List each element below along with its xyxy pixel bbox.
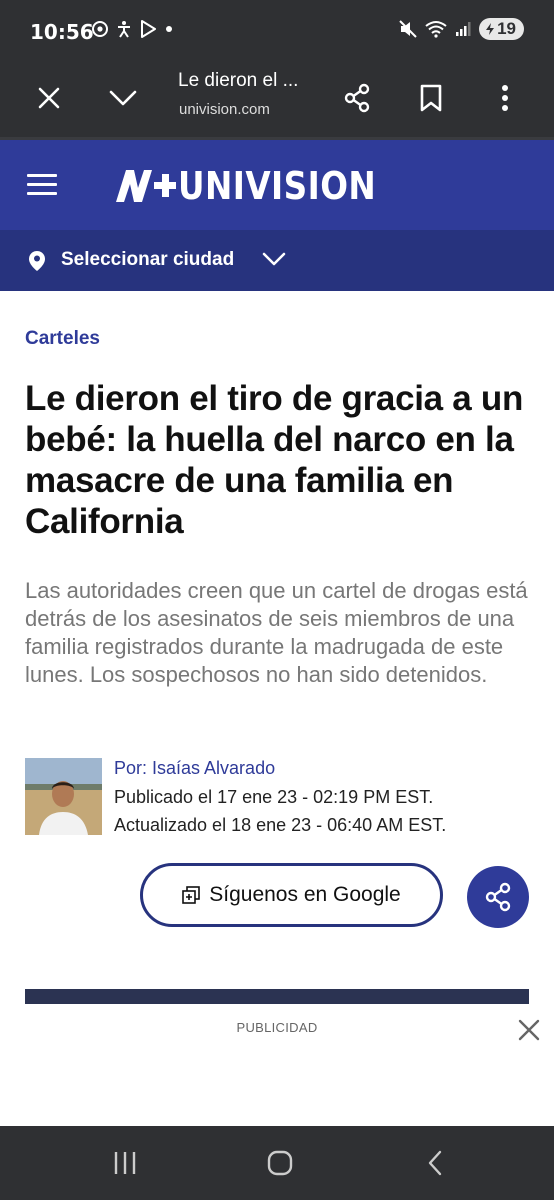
chrome-icon <box>92 21 108 37</box>
minimize-button[interactable] <box>105 80 141 116</box>
more-vert-icon <box>502 85 508 111</box>
bookmark-button[interactable] <box>413 80 449 116</box>
browser-toolbar: Le dieron el ... univision.com <box>0 60 554 138</box>
home-button[interactable] <box>265 1148 295 1178</box>
back-icon <box>428 1150 442 1176</box>
wifi-icon <box>425 21 447 38</box>
accessibility-icon <box>118 21 130 38</box>
follow-button-label: Síguenos en Google <box>209 883 401 906</box>
recent-apps-icon <box>114 1152 136 1174</box>
logo-text: UNIVISION <box>178 164 377 208</box>
battery-level: 19 <box>497 19 516 38</box>
page-url[interactable]: univision.com <box>179 101 270 118</box>
battery-icon <box>486 23 495 35</box>
status-bar: 10:56 19 <box>0 0 554 60</box>
hamburger-line <box>27 174 57 177</box>
back-button[interactable] <box>420 1148 450 1178</box>
site-header: UNIVISION <box>0 140 554 230</box>
chevron-down-icon <box>109 90 137 106</box>
city-selector-label: Seleccionar ciudad <box>61 249 235 270</box>
play-store-icon <box>141 20 156 38</box>
follow-on-google-button[interactable]: Síguenos en Google <box>140 863 443 927</box>
battery-indicator: 19 <box>479 18 524 40</box>
article-media-preview[interactable] <box>25 989 529 1004</box>
author-name[interactable]: Por: Isaías Alvarado <box>114 758 275 779</box>
updated-date: Actualizado el 18 ene 23 - 06:40 AM EST. <box>114 815 447 835</box>
menu-button[interactable] <box>27 174 57 196</box>
ad-banner: PUBLICIDAD <box>0 1004 554 1126</box>
city-selector[interactable]: Seleccionar ciudad <box>0 230 554 291</box>
share-page-button[interactable] <box>339 80 375 116</box>
system-nav-bar <box>0 1126 554 1200</box>
ad-label: PUBLICIDAD <box>236 1020 318 1035</box>
n-plus-logo-icon <box>116 170 176 202</box>
signal-icon <box>456 22 471 36</box>
share-icon <box>344 83 370 113</box>
article-summary: Las autoridades creen que un cartel de d… <box>25 578 528 687</box>
recent-apps-button[interactable] <box>110 1148 140 1178</box>
published-date: Publicado el 17 ene 23 - 02:19 PM EST. <box>114 787 434 807</box>
author-avatar[interactable] <box>25 758 102 835</box>
share-icon <box>485 882 511 912</box>
close-icon <box>38 87 60 109</box>
dot-icon <box>166 26 172 32</box>
status-time: 10:56 <box>30 20 94 44</box>
location-pin-icon <box>29 251 45 271</box>
author-photo-image <box>25 758 102 835</box>
add-to-google-icon <box>182 886 201 904</box>
more-options-button[interactable] <box>487 80 523 116</box>
article-headline: Le dieron el tiro de gracia a un bebé: l… <box>25 379 524 541</box>
share-article-button[interactable] <box>467 866 529 928</box>
mute-icon <box>399 20 417 38</box>
article-category[interactable]: Carteles <box>25 328 100 350</box>
close-ad-icon[interactable] <box>517 1018 541 1042</box>
chevron-down-icon <box>262 252 286 266</box>
status-icons-left <box>92 20 174 38</box>
bookmark-icon <box>420 84 442 112</box>
close-tab-button[interactable] <box>31 80 67 116</box>
page-title[interactable]: Le dieron el ... <box>178 70 298 92</box>
hamburger-line <box>27 192 57 195</box>
status-icons-right: 19 <box>399 18 524 40</box>
home-icon <box>267 1150 293 1176</box>
hamburger-line <box>27 183 57 186</box>
univision-logo[interactable]: UNIVISION <box>114 164 408 208</box>
